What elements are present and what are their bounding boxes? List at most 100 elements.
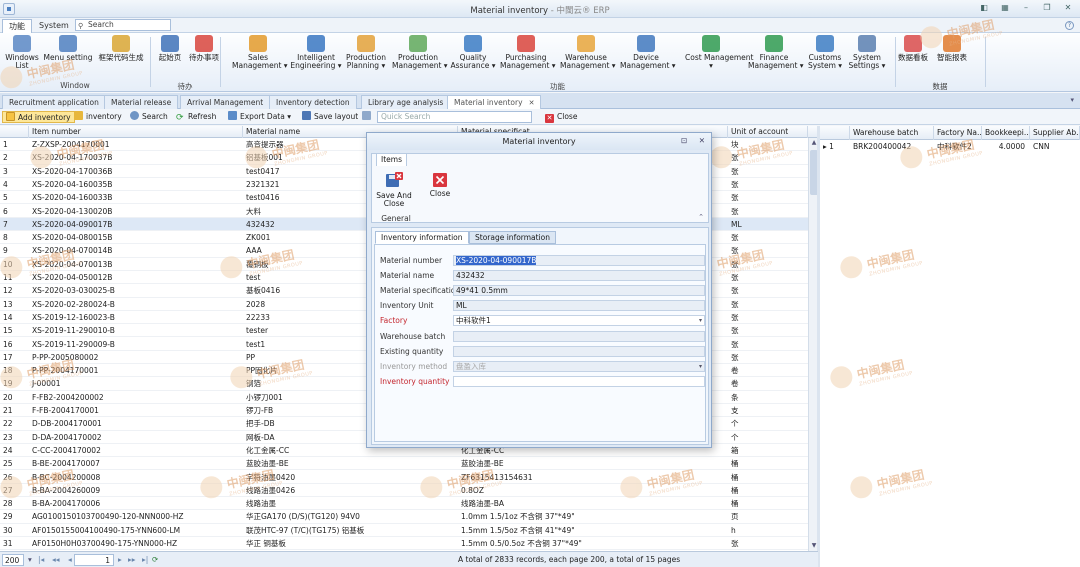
table-row[interactable]: 25 B-BE-2004170007 蓝胶油墨-BE 蓝胶油墨-BE 桶 <box>0 457 808 471</box>
table-row[interactable]: 27 B-BA-2004260009 线路油墨0426 0.8OZ 桶 <box>0 484 808 498</box>
column-item-number[interactable]: Item number <box>29 126 243 138</box>
unit-cell[interactable]: 张 <box>728 311 808 324</box>
unit-cell[interactable]: 桶 <box>728 484 808 497</box>
refresh-button[interactable]: ⟳ Refresh <box>176 111 216 123</box>
material-specification-field[interactable]: 49*41 0.5mm <box>453 285 705 296</box>
page-size-select[interactable]: 200 <box>2 554 24 566</box>
material-name-field[interactable]: 432432 <box>453 270 705 281</box>
layout-icon[interactable]: ▦ <box>999 2 1011 14</box>
inventory-unit-field[interactable]: ML <box>453 300 705 311</box>
ribbon-button-warehouse[interactable]: Warehouse Management ▾ <box>560 35 616 70</box>
item-number-cell[interactable]: B-BC-2004200008 <box>29 471 243 484</box>
chevron-down-icon[interactable]: ▾ <box>699 316 702 325</box>
item-number-cell[interactable]: XS-2019-11-290010-B <box>29 324 243 337</box>
item-number-cell[interactable]: F-FB2-2004200002 <box>29 391 243 404</box>
tab-material-release[interactable]: Material release <box>104 95 179 109</box>
unit-cell[interactable]: 张 <box>728 537 808 550</box>
column-supplier[interactable]: Supplier Ab... <box>1030 126 1080 140</box>
item-number-cell[interactable]: AF0150155004100490-175-YNN600-LM <box>29 524 243 537</box>
material-spec-cell[interactable]: 1.0mm 1.5/1oz 不含铜 37"*49" <box>458 510 728 523</box>
item-number-cell[interactable]: F-FB-2004170001 <box>29 404 243 417</box>
table-row[interactable]: 30 AF0150155004100490-175-YNN600-LM 联茂HTC-… <box>0 524 808 537</box>
item-number-cell[interactable]: XS-2020-04-170036B <box>29 165 243 178</box>
item-number-cell[interactable]: AG0100150103700490-120-NNN000-HZ <box>29 510 243 523</box>
item-number-cell[interactable]: XS-2020-04-170037B <box>29 151 243 164</box>
ribbon-button-device[interactable]: Device Management ▾ <box>620 35 676 70</box>
save-layout-button[interactable]: Save layout <box>302 111 358 123</box>
batch-cell[interactable]: BRK200400042 <box>850 140 934 153</box>
tab-recruitment-application[interactable]: Recruitment application <box>2 95 106 109</box>
tabs-dropdown-icon[interactable]: ▾ <box>1070 96 1074 104</box>
save-and-close-button[interactable]: Save And Close <box>376 172 412 208</box>
column-unit-of-account[interactable]: Unit of account <box>728 126 808 138</box>
material-spec-cell[interactable]: 0.8OZ <box>458 484 728 497</box>
page-size-dropdown-icon[interactable]: ▾ <box>28 554 32 566</box>
material-spec-cell[interactable]: ZF6315413154631 <box>458 471 728 484</box>
dialog-restore-icon[interactable]: ⊡ <box>681 136 687 145</box>
prev-icon[interactable]: ◂ <box>68 554 72 566</box>
ribbon-button-production-management[interactable]: Production Management ▾ <box>392 35 448 70</box>
item-number-cell[interactable]: XS-2020-04-160035B <box>29 178 243 191</box>
inventory-method-select[interactable]: 盘盈入库 ▾ <box>453 361 705 372</box>
warehouse-batch-field[interactable] <box>453 331 705 342</box>
tab-storage-information[interactable]: Storage information <box>469 231 557 244</box>
ribbon-button-code-generator[interactable]: 框架代码生成 <box>95 35 147 62</box>
item-number-cell[interactable]: Z-ZXSP-2004170001 <box>29 138 243 151</box>
ribbon-button-cost[interactable]: Cost Management ▾ <box>685 35 753 70</box>
unit-cell[interactable]: 箱 <box>728 444 808 457</box>
tab-inventory-information[interactable]: Inventory information <box>375 231 469 244</box>
tab-arrival-management[interactable]: Arrival Management <box>180 95 271 109</box>
item-number-cell[interactable]: XS-2020-02-280024-B <box>29 298 243 311</box>
factory-select[interactable]: 中科软件1 ▾ <box>453 315 705 326</box>
add-inventory-button[interactable]: Add inventory <box>2 111 75 123</box>
factory-cell[interactable]: 中科软件2 <box>934 140 982 153</box>
next-icon[interactable]: ▸ <box>118 554 122 566</box>
unit-cell[interactable]: 桶 <box>728 497 808 510</box>
inventory-button[interactable]: inventory <box>74 111 122 123</box>
material-spec-cell[interactable]: 1.5mm 1.5/5oz 不含铜 41"*49" <box>458 524 728 537</box>
unit-cell[interactable]: 桶 <box>728 457 808 470</box>
material-spec-cell[interactable]: 线路油墨-BA <box>458 497 728 510</box>
unit-cell[interactable]: 张 <box>728 284 808 297</box>
chevron-down-icon[interactable]: ▾ <box>699 362 702 371</box>
ribbon-button-menu-setting[interactable]: Menu setting <box>42 35 94 62</box>
close-icon[interactable]: ✕ <box>1062 2 1074 14</box>
item-number-cell[interactable]: XS-2020-04-080015B <box>29 231 243 244</box>
last-page-icon[interactable]: ▸| <box>142 554 148 566</box>
unit-cell[interactable]: 卷 <box>728 377 808 390</box>
unit-cell[interactable]: 页 <box>728 510 808 523</box>
unit-cell[interactable]: 个 <box>728 417 808 430</box>
unit-cell[interactable]: 张 <box>728 271 808 284</box>
first-page-icon[interactable]: |◂ <box>38 554 44 566</box>
item-number-cell[interactable]: XS-2019-11-290009-B <box>29 338 243 351</box>
minimize-icon[interactable]: – <box>1020 2 1032 14</box>
item-number-cell[interactable]: XS-2019-12-160023-B <box>29 311 243 324</box>
material-spec-cell[interactable]: 蓝胶油墨-BE <box>458 457 728 470</box>
menu-tab-function[interactable]: 功能 <box>2 19 32 33</box>
unit-cell[interactable]: 卷 <box>728 364 808 377</box>
ribbon-button-sales[interactable]: Sales Management ▾ <box>232 35 288 70</box>
unit-cell[interactable]: 个 <box>728 431 808 444</box>
item-number-cell[interactable]: P-PP-2004170001 <box>29 364 243 377</box>
dialog-close-button[interactable]: Close <box>428 172 452 198</box>
unit-cell[interactable]: 张 <box>728 151 808 164</box>
material-name-cell[interactable]: 华正 铜基板 <box>243 537 458 550</box>
item-number-cell[interactable]: XS-2020-04-050012B <box>29 271 243 284</box>
search-button[interactable]: Search <box>130 111 168 123</box>
table-row[interactable]: 28 B-BA-2004170006 线路油墨 线路油墨-BA 桶 <box>0 497 808 511</box>
item-number-cell[interactable]: D-DA-2004170002 <box>29 431 243 444</box>
ribbon-button-engineering[interactable]: Intelligent Engineering ▾ <box>290 35 342 70</box>
item-number-cell[interactable]: XS-2020-04-160033B <box>29 191 243 204</box>
column-factory-name[interactable]: Factory Na... <box>934 126 982 140</box>
theme-icon[interactable]: ◧ <box>978 2 990 14</box>
material-name-cell[interactable]: 联茂HTC-97 (T/C)(TG175) 铝基板 <box>243 524 458 537</box>
page-number-input[interactable]: 1 <box>74 554 114 566</box>
ribbon-button-smart-report[interactable]: 智能报表 <box>926 35 978 62</box>
item-number-cell[interactable]: B-BE-2004170007 <box>29 457 243 470</box>
unit-cell[interactable]: 张 <box>728 258 808 271</box>
unit-cell[interactable]: 张 <box>728 165 808 178</box>
material-name-cell[interactable]: 字符油墨0420 <box>243 471 458 484</box>
ribbon-button-production-planning[interactable]: Production Planning ▾ <box>340 35 392 70</box>
unit-cell[interactable]: h <box>728 524 808 537</box>
item-number-cell[interactable]: D-DB-2004170001 <box>29 417 243 430</box>
